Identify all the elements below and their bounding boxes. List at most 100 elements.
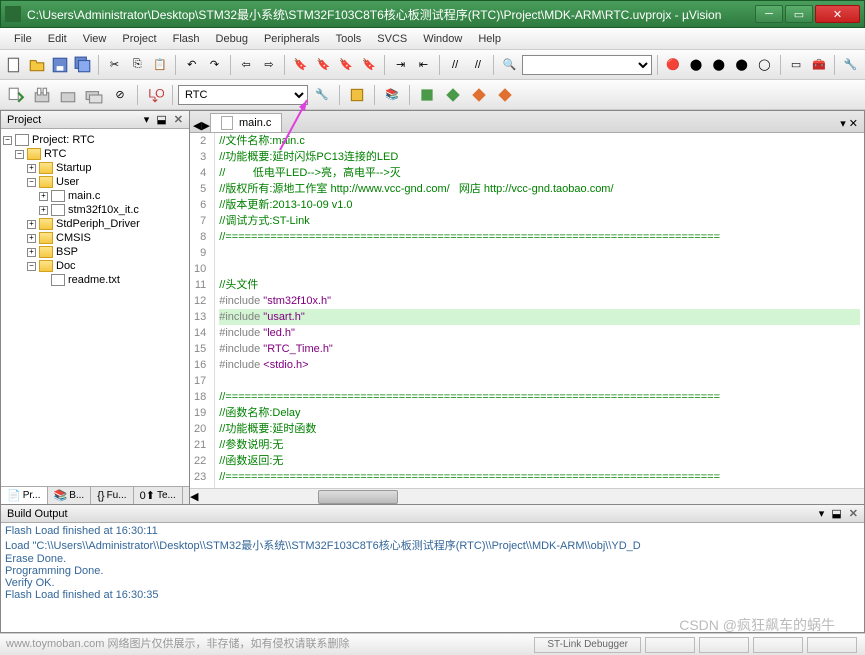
editor-tab-main[interactable]: main.c bbox=[210, 113, 282, 132]
save-icon[interactable] bbox=[50, 53, 71, 77]
redo-icon[interactable]: ↷ bbox=[204, 53, 225, 77]
code-line-3[interactable]: //功能概要:延时闪烁PC13连接的LED bbox=[219, 149, 860, 165]
tree-file-stm32f10x_it-c[interactable]: +stm32f10x_it.c bbox=[3, 203, 187, 217]
code-line-5[interactable]: //版权所有:源地工作室 http://www.vcc-gnd.com/ 网店 … bbox=[219, 181, 860, 197]
menu-edit[interactable]: Edit bbox=[40, 31, 75, 47]
code-line-19[interactable]: //函数名称:Delay bbox=[219, 405, 860, 421]
nav-back-icon[interactable]: ⇦ bbox=[236, 53, 257, 77]
minimize-button[interactable]: ─ bbox=[755, 5, 783, 23]
code-line-23[interactable]: //======================================… bbox=[219, 469, 860, 485]
editor-tab-menu-icon[interactable]: ▾ ✕ bbox=[834, 115, 864, 132]
code-line-9[interactable] bbox=[219, 245, 860, 261]
nav-fwd-icon[interactable]: ⇨ bbox=[259, 53, 280, 77]
panel-dropdown-icon[interactable]: ▾ bbox=[819, 508, 825, 520]
save-all-icon[interactable] bbox=[72, 53, 93, 77]
pack-installer-icon[interactable] bbox=[415, 83, 439, 107]
uncomment-icon[interactable]: // bbox=[468, 53, 489, 77]
code-line-12[interactable]: #include "stm32f10x.h" bbox=[219, 293, 860, 309]
panel-close-icon[interactable]: ✕ bbox=[174, 114, 183, 126]
cvs-icon[interactable] bbox=[493, 83, 517, 107]
tab-nav-icon[interactable]: ◀▶ bbox=[193, 119, 210, 132]
menu-svcs[interactable]: SVCS bbox=[369, 31, 415, 47]
build-output-text[interactable]: Flash Load finished at 16:30:11Load "C:\… bbox=[1, 523, 864, 632]
menu-project[interactable]: Project bbox=[114, 31, 164, 47]
code-line-21[interactable]: //参数说明:无 bbox=[219, 437, 860, 453]
code-line-24[interactable]: void Delay (uint32_t nCount) bbox=[219, 485, 860, 488]
indent-icon[interactable]: ⇥ bbox=[390, 53, 411, 77]
bookmark-icon[interactable]: 🔖 bbox=[290, 53, 311, 77]
close-button[interactable]: ✕ bbox=[815, 5, 860, 23]
code-line-10[interactable] bbox=[219, 261, 860, 277]
rebuild-icon[interactable] bbox=[56, 83, 80, 107]
git-icon[interactable] bbox=[467, 83, 491, 107]
code-line-8[interactable]: //======================================… bbox=[219, 229, 860, 245]
undo-icon[interactable]: ↶ bbox=[181, 53, 202, 77]
maximize-button[interactable]: ▭ bbox=[785, 5, 813, 23]
project-tab-1[interactable]: 📚 B... bbox=[48, 487, 92, 504]
menu-file[interactable]: File bbox=[6, 31, 40, 47]
panel-dropdown-icon[interactable]: ▾ bbox=[144, 114, 150, 126]
editor-body[interactable]: 2345678910111213141516171819202122232425… bbox=[190, 133, 864, 488]
code-line-15[interactable]: #include "RTC_Time.h" bbox=[219, 341, 860, 357]
tree-file-readme-txt[interactable]: readme.txt bbox=[3, 273, 187, 287]
menu-debug[interactable]: Debug bbox=[208, 31, 256, 47]
copy-icon[interactable]: ⎘ bbox=[127, 53, 148, 77]
project-tree[interactable]: −Project: RTC−RTC+Startup−User+main.c+st… bbox=[1, 129, 189, 486]
code-line-11[interactable]: //头文件 bbox=[219, 277, 860, 293]
find-combo[interactable] bbox=[522, 55, 652, 75]
comment-icon[interactable]: // bbox=[445, 53, 466, 77]
find-icon[interactable]: 🔍 bbox=[499, 53, 520, 77]
editor-h-scrollbar[interactable]: ◀ bbox=[190, 488, 864, 504]
bookmark-clear-icon[interactable]: 🔖 bbox=[359, 53, 380, 77]
code-line-2[interactable]: //文件名称:main.c bbox=[219, 133, 860, 149]
tree-group-bsp[interactable]: +BSP bbox=[3, 245, 187, 259]
panel-pin-icon[interactable]: ⬓ bbox=[156, 114, 166, 126]
code-line-6[interactable]: //版本更新:2013-10-09 v1.0 bbox=[219, 197, 860, 213]
breakpoint-insert-icon[interactable]: ⬤ bbox=[708, 53, 729, 77]
tree-project-root[interactable]: −Project: RTC bbox=[3, 133, 187, 147]
new-file-icon[interactable] bbox=[4, 53, 25, 77]
open-file-icon[interactable] bbox=[27, 53, 48, 77]
batch-build-icon[interactable] bbox=[82, 83, 106, 107]
target-select[interactable]: RTC bbox=[178, 85, 308, 105]
manage-rte-icon[interactable] bbox=[345, 83, 369, 107]
select-packs-icon[interactable] bbox=[441, 83, 465, 107]
code-line-17[interactable] bbox=[219, 373, 860, 389]
code-line-7[interactable]: //调试方式:ST-Link bbox=[219, 213, 860, 229]
panel-pin-icon[interactable]: ⬓ bbox=[831, 508, 841, 520]
target-options-icon[interactable]: 🔧 bbox=[310, 83, 334, 107]
bookmark-next-icon[interactable]: 🔖 bbox=[336, 53, 357, 77]
tree-group-doc[interactable]: −Doc bbox=[3, 259, 187, 273]
menu-help[interactable]: Help bbox=[470, 31, 509, 47]
translate-icon[interactable] bbox=[4, 83, 28, 107]
breakpoint-icon[interactable]: ⬤ bbox=[686, 53, 707, 77]
code-line-13[interactable]: #include "usart.h" bbox=[219, 309, 860, 325]
outdent-icon[interactable]: ⇤ bbox=[413, 53, 434, 77]
build-icon[interactable] bbox=[30, 83, 54, 107]
configure-icon[interactable]: 🔧 bbox=[840, 53, 861, 77]
tree-group-startup[interactable]: +Startup bbox=[3, 161, 187, 175]
tree-file-main-c[interactable]: +main.c bbox=[3, 189, 187, 203]
breakpoint-kill-icon[interactable]: ⬤ bbox=[731, 53, 752, 77]
tree-group-cmsis[interactable]: +CMSIS bbox=[3, 231, 187, 245]
project-tab-0[interactable]: 📄 Pr... bbox=[1, 487, 48, 504]
tree-group-stdperiph_driver[interactable]: +StdPeriph_Driver bbox=[3, 217, 187, 231]
menu-peripherals[interactable]: Peripherals bbox=[256, 31, 328, 47]
code-line-18[interactable]: //======================================… bbox=[219, 389, 860, 405]
code-line-22[interactable]: //函数返回:无 bbox=[219, 453, 860, 469]
debug-start-icon[interactable]: 🔴 bbox=[663, 53, 684, 77]
paste-icon[interactable]: 📋 bbox=[150, 53, 171, 77]
breakpoint-disable-icon[interactable]: ◯ bbox=[754, 53, 775, 77]
code-line-20[interactable]: //功能概要:延时函数 bbox=[219, 421, 860, 437]
toolbox-icon[interactable]: 🧰 bbox=[808, 53, 829, 77]
window-icon[interactable]: ▭ bbox=[786, 53, 807, 77]
code-line-4[interactable]: // 低电平LED-->亮，高电平-->灭 bbox=[219, 165, 860, 181]
download-icon[interactable]: LOAD bbox=[143, 83, 167, 107]
tree-target[interactable]: −RTC bbox=[3, 147, 187, 161]
bookmark-prev-icon[interactable]: 🔖 bbox=[313, 53, 334, 77]
code-line-14[interactable]: #include "led.h" bbox=[219, 325, 860, 341]
panel-close-icon[interactable]: ✕ bbox=[849, 508, 858, 520]
stop-build-icon[interactable]: ⊘ bbox=[108, 83, 132, 107]
menu-window[interactable]: Window bbox=[415, 31, 470, 47]
project-tab-3[interactable]: 0⬆ Te... bbox=[134, 487, 183, 504]
